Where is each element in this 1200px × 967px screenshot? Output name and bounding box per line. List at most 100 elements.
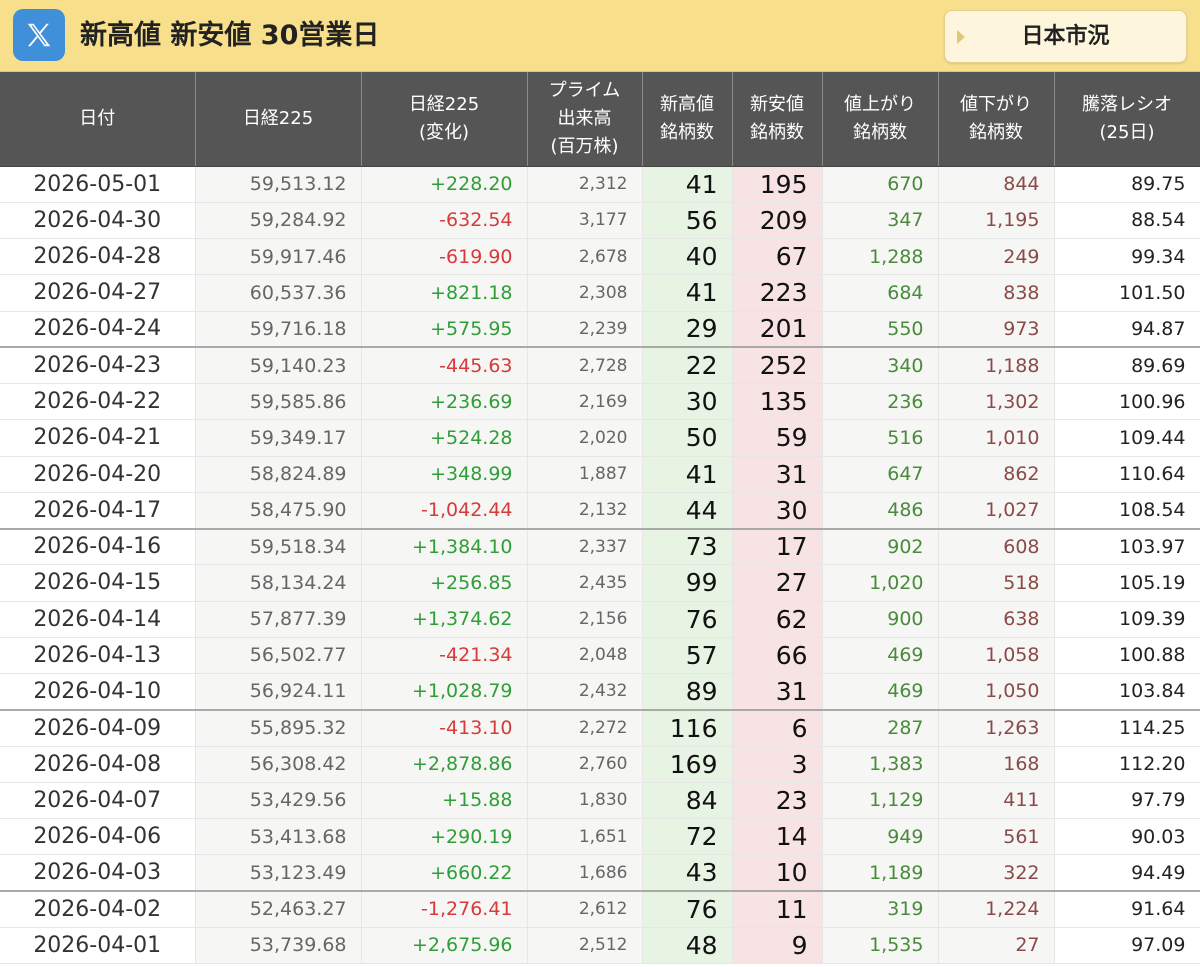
volume-cell: 2,435	[527, 564, 643, 602]
change-cell: -619.90	[361, 238, 528, 276]
new-high-cell: 41	[642, 166, 733, 203]
ad-ratio-cell: 88.54	[1054, 202, 1200, 240]
ad-ratio-cell: 112.20	[1054, 746, 1200, 783]
advancers-cell: 1,383	[822, 746, 939, 783]
x-glyph-icon	[27, 23, 51, 47]
table-row: 2026-04-20 58,824.89 +348.99 1,887 41 31 647 86…	[0, 456, 1200, 493]
col-decliners-header: 値下がり 銘柄数	[938, 72, 1055, 167]
nikkei-cell: 59,513.12	[195, 166, 362, 203]
title-bar: 新高値 新安値 30営業日 日本市況	[0, 0, 1200, 72]
nikkei-cell: 57,877.39	[195, 601, 362, 638]
decliners-cell: 608	[938, 528, 1055, 566]
header-label: 日経225	[408, 93, 480, 115]
col-ad-ratio-header: 騰落レシオ (25日)	[1054, 72, 1200, 167]
nikkei-cell: 58,134.24	[195, 564, 362, 602]
volume-cell: 1,651	[527, 818, 643, 856]
advancers-cell: 469	[822, 637, 939, 675]
ad-ratio-cell: 110.64	[1054, 456, 1200, 493]
new-low-cell: 135	[732, 383, 823, 421]
advancers-cell: 236	[822, 383, 939, 421]
market-overview-button[interactable]: 日本市況	[944, 10, 1187, 63]
date-cell: 2026-04-28	[0, 238, 196, 276]
change-cell: -1,276.41	[361, 891, 528, 928]
new-low-cell: 67	[732, 238, 823, 276]
table-row: 2026-04-06 53,413.68 +290.19 1,651 72 14 949 56…	[0, 818, 1200, 856]
new-high-cell: 29	[642, 311, 733, 349]
new-low-cell: 66	[732, 637, 823, 675]
date-cell: 2026-04-22	[0, 383, 196, 421]
new-high-cell: 50	[642, 419, 733, 457]
header-label: 銘柄数	[853, 121, 907, 143]
x-logo-icon[interactable]	[13, 9, 65, 61]
volume-cell: 2,678	[527, 238, 643, 276]
new-low-cell: 201	[732, 311, 823, 349]
table-row: 2026-04-01 53,739.68 +2,675.96 2,512 48 9 1,53…	[0, 927, 1200, 965]
new-low-cell: 31	[732, 456, 823, 493]
decliners-cell: 1,010	[938, 419, 1055, 457]
date-cell: 2026-04-13	[0, 637, 196, 675]
change-cell: +2,675.96	[361, 927, 528, 965]
date-cell: 2026-04-20	[0, 456, 196, 493]
decliners-cell: 1,050	[938, 673, 1055, 711]
new-low-cell: 30	[732, 492, 823, 530]
table-row: 2026-05-01 59,513.12 +228.20 2,312 41 195 670 8…	[0, 166, 1200, 203]
decliners-cell: 838	[938, 274, 1055, 312]
advancers-cell: 1,288	[822, 238, 939, 276]
date-cell: 2026-04-10	[0, 673, 196, 711]
advancers-cell: 340	[822, 347, 939, 385]
decliners-cell: 322	[938, 854, 1055, 893]
col-date-header: 日付	[0, 72, 196, 167]
date-cell: 2026-04-21	[0, 419, 196, 457]
nikkei-cell: 59,585.86	[195, 383, 362, 421]
col-prime-volume-header: プライム 出来高 (百万株)	[527, 72, 643, 167]
date-cell: 2026-04-16	[0, 528, 196, 566]
table-row: 2026-04-16 59,518.34 +1,384.10 2,337 73 17 902…	[0, 528, 1200, 566]
decliners-cell: 411	[938, 782, 1055, 820]
new-low-cell: 11	[732, 891, 823, 928]
volume-cell: 2,020	[527, 419, 643, 457]
header-label: 銘柄数	[750, 121, 804, 143]
nikkei-cell: 55,895.32	[195, 709, 362, 747]
date-cell: 2026-04-14	[0, 601, 196, 638]
new-low-cell: 9	[732, 927, 823, 965]
date-cell: 2026-04-09	[0, 709, 196, 747]
date-cell: 2026-04-17	[0, 492, 196, 530]
table-row: 2026-04-30 59,284.92 -632.54 3,177 56 209 347 1…	[0, 202, 1200, 240]
nikkei-cell: 59,140.23	[195, 347, 362, 385]
header-label: 新高値	[660, 93, 714, 115]
col-nikkei-change-header: 日経225 (変化)	[361, 72, 528, 167]
decliners-cell: 862	[938, 456, 1055, 493]
advancers-cell: 347	[822, 202, 939, 240]
new-low-cell: 3	[732, 746, 823, 783]
change-cell: +1,384.10	[361, 528, 528, 566]
new-high-cell: 76	[642, 891, 733, 928]
ad-ratio-cell: 105.19	[1054, 564, 1200, 602]
table-row: 2026-04-27 60,537.36 +821.18 2,308 41 223 684 8…	[0, 274, 1200, 312]
col-nikkei-header: 日経225	[195, 72, 362, 167]
date-cell: 2026-05-01	[0, 166, 196, 203]
nikkei-cell: 52,463.27	[195, 891, 362, 928]
decliners-cell: 168	[938, 746, 1055, 783]
header-label: 銘柄数	[660, 121, 714, 143]
table-row: 2026-04-08 56,308.42 +2,878.86 2,760 169 3 1,3…	[0, 746, 1200, 783]
table-row: 2026-04-24 59,716.18 +575.95 2,239 29 201 550 9…	[0, 311, 1200, 349]
ad-ratio-cell: 100.96	[1054, 383, 1200, 421]
new-low-cell: 195	[732, 166, 823, 203]
new-high-cell: 30	[642, 383, 733, 421]
nikkei-cell: 59,917.46	[195, 238, 362, 276]
advancers-cell: 287	[822, 709, 939, 747]
header-label: (百万株)	[550, 135, 619, 157]
date-cell: 2026-04-01	[0, 927, 196, 965]
date-cell: 2026-04-02	[0, 891, 196, 928]
decliners-cell: 973	[938, 311, 1055, 349]
market-overview-label: 日本市況	[1021, 24, 1110, 49]
new-low-cell: 27	[732, 564, 823, 602]
advancers-cell: 900	[822, 601, 939, 638]
change-cell: +236.69	[361, 383, 528, 421]
decliners-cell: 1,224	[938, 891, 1055, 928]
col-new-low-header: 新安値 銘柄数	[732, 72, 823, 167]
ad-ratio-cell: 114.25	[1054, 709, 1200, 747]
new-high-cell: 44	[642, 492, 733, 530]
date-cell: 2026-04-23	[0, 347, 196, 385]
volume-cell: 2,132	[527, 492, 643, 530]
